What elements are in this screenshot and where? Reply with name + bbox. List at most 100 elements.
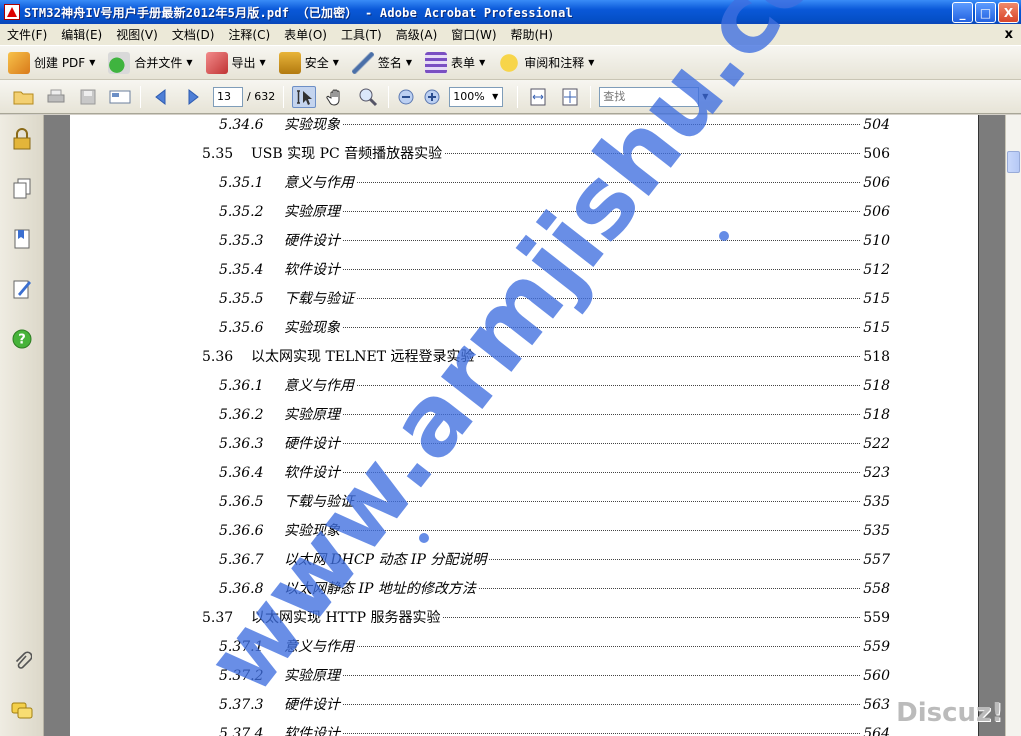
zoom-level-select[interactable]: 100% ▼ [449,86,504,107]
toc-entry[interactable]: 5.37.3 硬件设计 563 [219,694,890,714]
task-toolbar: 创建 PDF ▼ 合并文件 ▼ 导出 ▼ 安全 ▼ 签名 ▼ 表单 ▼ 审阅和注释 ▼ [0,46,1021,80]
toc-entry-page: 518 [863,407,890,423]
toc-entry[interactable]: 5.36.7 以太网 DHCP 动态 IP 分配说明 557 [219,549,890,569]
menu-file[interactable]: 文件(F) [0,26,54,43]
toc-dot-leader [343,472,861,473]
save-icon[interactable] [76,86,100,108]
toc-entry-number: 5.37.2 [219,668,264,684]
svg-text:?: ? [18,333,26,348]
toolbar-separator [140,85,141,108]
menu-document[interactable]: 文档(D) [165,26,222,43]
toc-entry[interactable]: 5.36 以太网实现 TELNET 远程登录实验 518 [202,346,890,366]
dropdown-arrow-icon: ▼ [405,58,413,67]
toc-entry[interactable]: 5.36.8 以太网静态 IP 地址的修改方法 558 [219,578,890,598]
maximize-button[interactable]: □ [975,2,996,23]
toc-dot-leader [357,646,861,647]
toc-entry-page: 506 [863,175,890,191]
next-page-icon[interactable] [181,86,205,108]
review-comment-label: 审阅和注释 [524,56,585,70]
toc-entry[interactable]: 5.35.1 意义与作用 506 [219,172,890,192]
toc-entry-title: 以太网 DHCP 动态 IP 分配说明 [284,552,487,568]
lock-icon [278,51,301,74]
menu-bar: 文件(F) 编辑(E) 视图(V) 文档(D) 注释(C) 表单(O) 工具(T… [0,24,1021,46]
toc-entry[interactable]: 5.36.4 软件设计 523 [219,462,890,482]
toc-entry[interactable]: 5.37.1 意义与作用 559 [219,636,890,656]
toc-entry[interactable]: 5.35.3 硬件设计 510 [219,230,890,250]
minimize-button[interactable]: _ [952,2,973,23]
combine-files-button[interactable]: 合并文件 ▼ [108,51,193,74]
menu-forms[interactable]: 表单(O) [277,26,334,43]
toc-entry-title: 意义与作用 [284,639,354,655]
toc-entry[interactable]: 5.37.2 实验原理 560 [219,665,890,685]
toc-entry[interactable]: 5.37.4 软件设计 564 [219,723,890,736]
toc-entry[interactable]: 5.35.4 软件设计 512 [219,259,890,279]
toc-entry-page: 518 [863,349,890,365]
page-number-input[interactable] [213,86,243,107]
toc-entry-number: 5.36.8 [219,581,264,597]
comments-icon[interactable] [10,699,34,723]
previous-page-icon[interactable] [149,86,173,108]
attachments-paperclip-icon[interactable] [10,649,34,673]
menu-edit[interactable]: 编辑(E) [54,26,109,43]
menu-tools[interactable]: 工具(T) [334,26,389,43]
sign-label: 签名 [377,56,402,70]
title-bar: STM32神舟IV号用户手册最新2012年5月版.pdf （已加密） - Ado… [0,0,1021,24]
pages-icon[interactable] [10,177,34,201]
document-close-icon[interactable]: x [1005,27,1013,42]
menu-advanced[interactable]: 高级(A) [389,26,445,43]
select-tool-icon[interactable] [292,85,317,108]
close-button[interactable]: X [998,2,1019,23]
find-input[interactable] [599,86,700,107]
menu-comments[interactable]: 注释(C) [221,26,277,43]
find-dropdown-icon[interactable]: ▼ [702,92,708,101]
create-pdf-button[interactable]: 创建 PDF ▼ [8,51,95,74]
toc-entry[interactable]: 5.35.5 下载与验证 515 [219,288,890,308]
toc-entry[interactable]: 5.35.2 实验原理 506 [219,201,890,221]
menu-view[interactable]: 视图(V) [109,26,165,43]
hand-tool-icon[interactable] [324,86,348,108]
menu-window[interactable]: 窗口(W) [444,26,503,43]
toc-entry[interactable]: 5.36.3 硬件设计 522 [219,433,890,453]
toc-entry[interactable]: 5.34.6 实验现象 504 [219,115,890,134]
export-button[interactable]: 导出 ▼ [205,51,266,74]
review-comment-button[interactable]: 审阅和注释 ▼ [498,51,594,74]
help-icon[interactable]: ? [10,327,34,351]
forms-button[interactable]: 表单 ▼ [425,51,485,74]
toc-entry-page: 535 [863,494,890,510]
toc-dot-leader [343,443,861,444]
bookmarks-icon[interactable] [10,227,34,251]
forms-label: 表单 [451,56,476,70]
security-lock-icon[interactable] [10,127,34,151]
create-pdf-icon [8,51,30,74]
menu-help[interactable]: 帮助(H) [504,26,560,43]
toc-entry[interactable]: 5.36.6 实验现象 535 [219,520,890,540]
chevron-down-icon[interactable]: ▼ [488,88,502,106]
toc-entry[interactable]: 5.36.5 下载与验证 535 [219,491,890,511]
zoom-tool-icon[interactable] [356,86,380,108]
toc-dot-leader [343,704,861,705]
toc-entry[interactable]: 5.37 以太网实现 HTTP 服务器实验 559 [202,607,890,627]
vertical-scrollbar[interactable] [1005,115,1021,736]
toc-entry[interactable]: 5.35.6 实验现象 515 [219,317,890,337]
fit-page-icon[interactable] [558,86,582,108]
email-icon[interactable] [108,86,132,108]
toc-entry-title: 软件设计 [284,726,340,736]
document-viewport[interactable]: 5.34.6 实验现象 504 5.35 USB 实现 PC 音频播放器实验 506 5.3… [44,115,1005,736]
toc-entry-title: 意义与作用 [284,175,354,191]
open-folder-icon[interactable] [12,86,36,108]
zoom-in-icon[interactable] [423,86,441,108]
toc-entry[interactable]: 5.36.1 意义与作用 518 [219,375,890,395]
sign-button[interactable]: 签名 ▼ [351,51,413,74]
acrobat-icon [4,4,20,20]
fit-width-icon[interactable] [526,86,550,108]
zoom-out-icon[interactable] [397,86,415,108]
security-button[interactable]: 安全 ▼ [278,51,339,74]
toc-entry[interactable]: 5.35 USB 实现 PC 音频播放器实验 506 [202,143,890,163]
scrollbar-thumb[interactable] [1007,151,1020,173]
toc-entry-number: 5.35.1 [219,175,264,191]
toc-entry[interactable]: 5.36.2 实验原理 518 [219,404,890,424]
toc-entry-number: 5.35.4 [219,262,264,278]
print-icon[interactable] [44,86,68,108]
signatures-icon[interactable] [10,277,34,301]
toc-entry-page: 518 [863,378,890,394]
